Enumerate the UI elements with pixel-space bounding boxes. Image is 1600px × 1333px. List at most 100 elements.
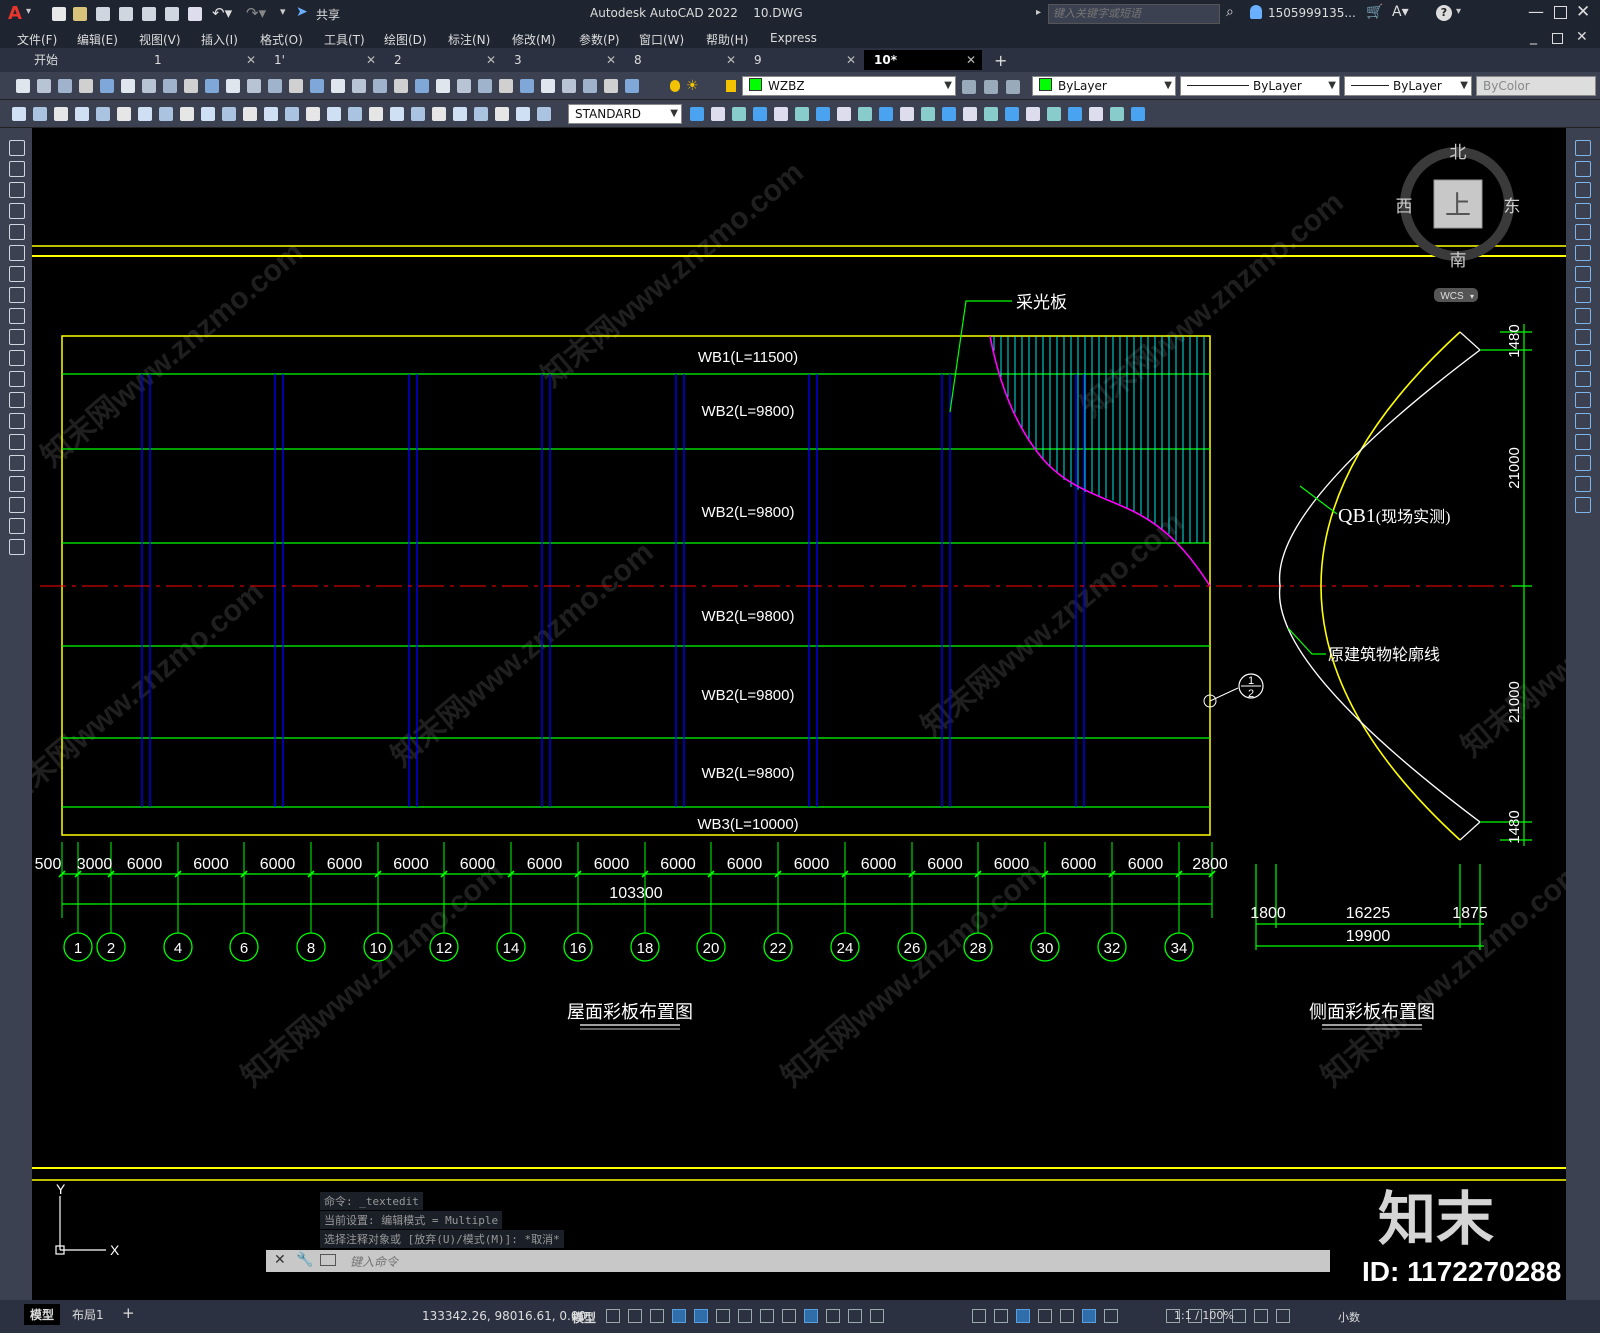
dimension-tool-icon[interactable] [306,107,320,121]
close-icon[interactable]: ✕ [1576,2,1590,22]
modify-tool-icon[interactable] [1575,308,1591,324]
standard-tool-icon[interactable] [79,79,93,93]
status-toggle-icon[interactable] [782,1309,796,1323]
plotstyle-dropdown[interactable]: ByColor [1476,76,1596,96]
standard-tool-icon[interactable] [226,79,240,93]
modify-tool-icon[interactable] [1047,107,1061,121]
standard-tool-icon[interactable] [310,79,324,93]
autodesk-a360-icon[interactable]: A▾ [1392,4,1409,20]
maximize-icon[interactable] [1554,6,1567,19]
layer-bulb-icon[interactable] [670,80,680,92]
open-file-icon[interactable] [73,7,87,21]
standard-tool-icon[interactable] [520,79,534,93]
modify-tool-icon[interactable] [1068,107,1082,121]
status-toggle-icon[interactable] [870,1309,884,1323]
standard-tool-icon[interactable] [373,79,387,93]
status-toggle-icon[interactable] [1016,1309,1030,1323]
tab-close-icon[interactable]: ✕ [366,50,376,70]
undo-icon[interactable]: ↶▾ [212,4,232,22]
dimension-tool-icon[interactable] [264,107,278,121]
standard-tool-icon[interactable] [562,79,576,93]
modify-tool-icon[interactable] [1575,182,1591,198]
layer-lock-icon[interactable] [726,80,736,92]
wcs-chevron-icon[interactable]: ▾ [1470,292,1474,301]
search-expand-icon[interactable]: ▸ [1036,7,1041,18]
annotation-scale[interactable]: 1:1 / 100% [1174,1309,1234,1322]
dimension-tool-icon[interactable] [537,107,551,121]
tab-close-icon[interactable]: ✕ [966,50,976,70]
draw-tool-icon[interactable] [9,455,25,471]
status-toggle-icon[interactable] [1232,1309,1246,1323]
dimension-tool-icon[interactable] [369,107,383,121]
standard-tool-icon[interactable] [16,79,30,93]
menu-help[interactable]: 帮助(H) [706,31,748,48]
modify-tool-icon[interactable] [942,107,956,121]
tab-3[interactable]: 3 ✕ [504,50,622,70]
status-toggle-icon[interactable] [1038,1309,1052,1323]
tab-10[interactable]: 10* ✕ [864,50,982,70]
tab-close-icon[interactable]: ✕ [606,50,616,70]
text-style-dropdown[interactable]: STANDARD ▼ [568,104,682,124]
standard-tool-icon[interactable] [583,79,597,93]
status-toggle-icon[interactable] [628,1309,642,1323]
status-toggle-icon[interactable] [804,1309,818,1323]
dimension-tool-icon[interactable] [474,107,488,121]
standard-tool-icon[interactable] [541,79,555,93]
modify-tool-icon[interactable] [795,107,809,121]
modify-tool-icon[interactable] [816,107,830,121]
modify-tool-icon[interactable] [879,107,893,121]
standard-tool-icon[interactable] [415,79,429,93]
draw-tool-icon[interactable] [9,497,25,513]
standard-tool-icon[interactable] [457,79,471,93]
dimension-tool-icon[interactable] [75,107,89,121]
tab-2[interactable]: 2 ✕ [384,50,502,70]
draw-tool-icon[interactable] [9,224,25,240]
modify-tool-icon[interactable] [1575,245,1591,261]
modify-tool-icon[interactable] [1575,434,1591,450]
status-toggle-icon[interactable] [760,1309,774,1323]
dimension-tool-icon[interactable] [96,107,110,121]
standard-tool-icon[interactable] [121,79,135,93]
dimension-tool-icon[interactable] [33,107,47,121]
modify-tool-icon[interactable] [1575,455,1591,471]
dimension-tool-icon[interactable] [390,107,404,121]
model-space-button[interactable]: 模型 [572,1309,596,1326]
layer-states-icon[interactable] [1006,80,1020,94]
layer-sun-icon[interactable]: ☀ [686,78,699,94]
tab-9[interactable]: 9 ✕ [744,50,862,70]
open-web-icon[interactable] [142,7,156,21]
doc-restore-icon[interactable] [1552,33,1563,44]
modify-tool-icon[interactable] [774,107,788,121]
menu-file[interactable]: 文件(F) [17,31,57,48]
standard-tool-icon[interactable] [331,79,345,93]
standard-tool-icon[interactable] [352,79,366,93]
viewcube[interactable]: 上 北 南 东 西 WCS ▾ [1396,143,1521,302]
modify-tool-icon[interactable] [984,107,998,121]
status-toggle-icon[interactable] [826,1309,840,1323]
linetype-dropdown[interactable]: ByLayer ▼ [1180,76,1340,96]
dimension-tool-icon[interactable] [348,107,362,121]
viewcube-south[interactable]: 南 [1450,251,1467,270]
draw-tool-icon[interactable] [9,539,25,555]
status-toggle-icon[interactable] [1276,1309,1290,1323]
draw-tool-icon[interactable] [9,161,25,177]
search-icon[interactable]: ⌕ [1226,4,1234,20]
status-toggle-icon[interactable] [694,1309,708,1323]
draw-tool-icon[interactable] [9,245,25,261]
modify-tool-icon[interactable] [837,107,851,121]
dimension-tool-icon[interactable] [201,107,215,121]
command-prompt-icon[interactable] [320,1254,336,1266]
modify-tool-icon[interactable] [900,107,914,121]
draw-tool-icon[interactable] [9,203,25,219]
status-toggle-icon[interactable] [606,1309,620,1323]
dimension-tool-icon[interactable] [432,107,446,121]
layer-dropdown[interactable]: WZBZ ▼ [742,76,956,96]
draw-tool-icon[interactable] [9,308,25,324]
modify-tool-icon[interactable] [1110,107,1124,121]
modify-tool-icon[interactable] [1089,107,1103,121]
dimension-tool-icon[interactable] [180,107,194,121]
modify-tool-icon[interactable] [1575,476,1591,492]
modify-tool-icon[interactable] [1005,107,1019,121]
dimension-tool-icon[interactable] [159,107,173,121]
standard-tool-icon[interactable] [394,79,408,93]
